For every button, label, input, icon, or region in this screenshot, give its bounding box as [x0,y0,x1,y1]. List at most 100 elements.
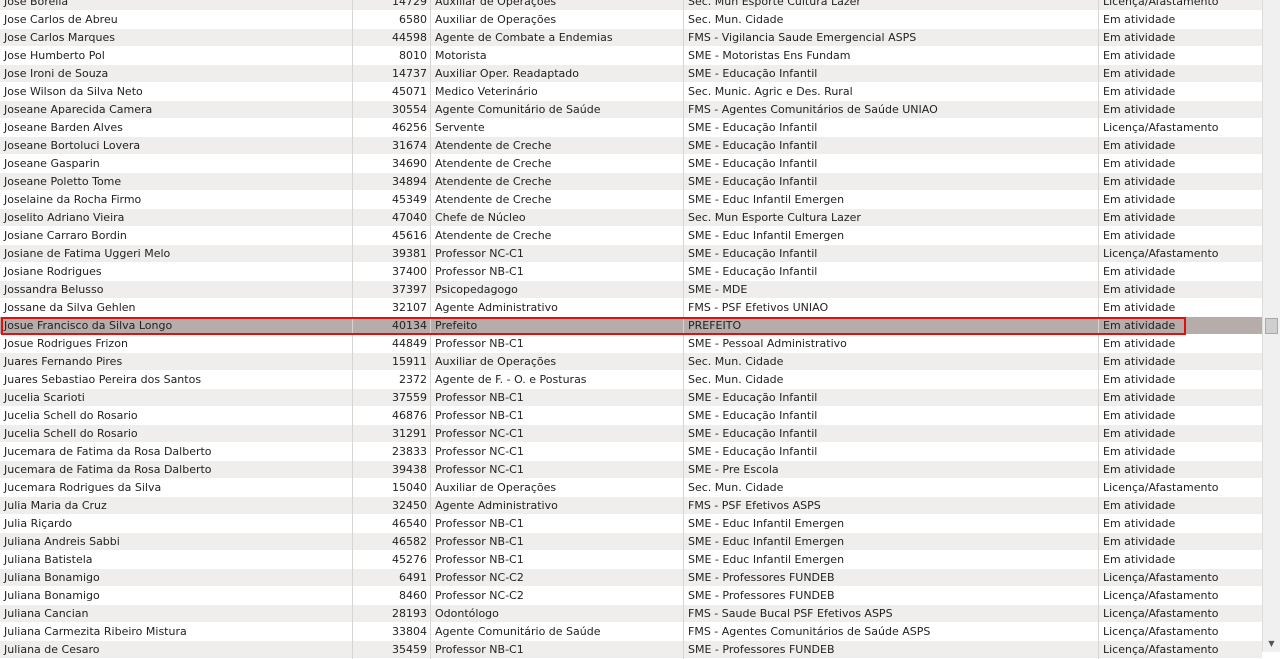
role-cell: Professor NB-C1 [431,533,684,551]
table-row[interactable]: Jossane da Silva Gehlen 32107 Agente Admin… [0,299,1262,317]
table-row[interactable]: Joseane Poletto Tome 34894 Atendente de Cr… [0,173,1262,191]
table-row[interactable]: Juliana Batistela 45276 Professor NB-C1 SME… [0,551,1262,569]
employee-id-cell: 37559 [353,389,431,407]
employee-id-cell: 15040 [353,479,431,497]
table-row[interactable]: Joseane Bortoluci Lovera 31674 Atendente d… [0,137,1262,155]
employee-id-cell: 39438 [353,461,431,479]
employee-id-cell: 15911 [353,353,431,371]
status-cell: Em atividade [1103,445,1176,458]
status-cell: Em atividade [1103,193,1176,206]
role-cell: Agente Administrativo [431,299,684,317]
employee-name-cell: Juliana Bonamigo [0,587,353,605]
scroll-down-arrow-icon[interactable]: ▼ [1263,634,1280,652]
employee-id-cell: 35459 [353,641,431,659]
table-row[interactable]: Juliana Carmezita Ribeiro Mistura 33804 Ag… [0,623,1262,641]
employee-name-cell: Joselito Adriano Vieira [0,209,353,227]
table-row[interactable]: Juliana Bonamigo 8460 Professor NC-C2 SME -… [0,587,1262,605]
employee-id-cell: 45276 [353,551,431,569]
table-row[interactable]: Jucemara de Fatima da Rosa Dalberto 23833… [0,443,1262,461]
table-row[interactable]: Jucelia Schell do Rosario 46876 Professor … [0,407,1262,425]
employee-id-cell: 14737 [353,65,431,83]
table-row[interactable]: Jucemara de Fatima da Rosa Dalberto 39438… [0,461,1262,479]
status-cell: Em atividade [1103,499,1176,512]
table-row[interactable]: Joseane Barden Alves 46256 Servente SME - E… [0,119,1262,137]
employee-id-cell: 47040 [353,209,431,227]
table-row[interactable]: Jucelia Schell do Rosario 31291 Professor … [0,425,1262,443]
table-row-selected[interactable]: Josue Francisco da Silva Longo 40134 Prefe… [0,317,1262,335]
employee-name-cell: Juliana Carmezita Ribeiro Mistura [0,623,353,641]
table-row[interactable]: Jose Wilson da Silva Neto 45071 Medico Vet… [0,83,1262,101]
status-cell: Licença/Afastamento [1103,589,1219,602]
table-row[interactable]: Jossandra Belusso 37397 Psicopedagogo SME -… [0,281,1262,299]
employee-name-cell: Joselaine da Rocha Firmo [0,191,353,209]
employee-name-cell: Josue Francisco da Silva Longo [0,317,353,335]
employee-id-cell: 45616 [353,227,431,245]
status-cell: Licença/Afastamento [1103,247,1219,260]
status-cell: Em atividade [1103,211,1176,224]
employee-id-cell: 40134 [353,317,431,335]
table-row[interactable]: Josue Rodrigues Frizon 44849 Professor NB-… [0,335,1262,353]
table-row[interactable]: Juliana Andreis Sabbi 46582 Professor NB-C… [0,533,1262,551]
scroll-thumb[interactable] [1265,318,1278,334]
table-row[interactable]: Jose Humberto Pol 8010 Motorista SME - Moto… [0,47,1262,65]
role-cell: Agente Comunitário de Saúde [431,101,684,119]
employee-name-cell: Josiane Rodrigues [0,263,353,281]
employee-name-cell: Julia Riçardo [0,515,353,533]
table-row[interactable]: Joseane Gasparin 34690 Atendente de Creche… [0,155,1262,173]
employee-name-cell: Jose Carlos de Abreu [0,11,353,29]
table-row[interactable]: Jose Carlos de Abreu 6580 Auxiliar de Oper… [0,11,1262,29]
status-cell: Em atividade [1103,427,1176,440]
role-cell: Professor NC-C1 [431,461,684,479]
role-cell: Professor NB-C1 [431,335,684,353]
role-cell: Professor NC-C1 [431,425,684,443]
employee-name-cell: Juares Sebastiao Pereira dos Santos [0,371,353,389]
role-cell: Professor NB-C1 [431,263,684,281]
employee-name-cell: Josue Rodrigues Frizon [0,335,353,353]
vertical-scrollbar[interactable]: ▼ [1262,0,1280,652]
role-cell: Medico Veterinário [431,83,684,101]
employee-id-cell: 6580 [353,11,431,29]
table-row[interactable]: Josiane Carraro Bordin 45616 Atendente de … [0,227,1262,245]
table-row[interactable]: Josiane Rodrigues 37400 Professor NB-C1 SME… [0,263,1262,281]
table-row[interactable]: Jucemara Rodrigues da Silva 15040 Auxiliar… [0,479,1262,497]
table-row[interactable]: Jose Ironi de Souza 14737 Auxiliar Oper. R… [0,65,1262,83]
table-row[interactable]: Jose Borella 14729 Auxiliar de Operações Se… [0,0,1262,11]
employee-id-cell: 34690 [353,155,431,173]
status-cell: Em atividade [1103,175,1176,188]
employee-name-cell: Jucelia Schell do Rosario [0,407,353,425]
department-cell: FMS - Agentes Comunitários de Saúde ASPS [684,623,1099,641]
department-cell: Sec. Mun. Cidade [684,479,1099,497]
status-cell: Licença/Afastamento [1103,481,1219,494]
role-cell: Odontólogo [431,605,684,623]
role-cell: Agente de F. - O. e Posturas [431,371,684,389]
status-cell: Em atividade [1103,229,1176,242]
table-row[interactable]: Juares Sebastiao Pereira dos Santos 2372 A… [0,371,1262,389]
table-row[interactable]: Joseane Aparecida Camera 30554 Agente Comu… [0,101,1262,119]
department-cell: SME - Educação Infantil [684,389,1099,407]
employee-name-cell: Jose Borella [0,0,353,11]
status-cell: Em atividade [1103,319,1176,332]
employee-name-cell: Joseane Bortoluci Lovera [0,137,353,155]
employee-name-cell: Juares Fernando Pires [0,353,353,371]
table-row[interactable]: Juliana Bonamigo 6491 Professor NC-C2 SME -… [0,569,1262,587]
role-cell: Professor NB-C1 [431,515,684,533]
table-row[interactable]: Julia Maria da Cruz 32450 Agente Administr… [0,497,1262,515]
role-cell: Professor NB-C1 [431,551,684,569]
role-cell: Psicopedagogo [431,281,684,299]
table-row[interactable]: Josiane de Fatima Uggeri Melo 39381 Profes… [0,245,1262,263]
employee-id-cell: 46540 [353,515,431,533]
table-row[interactable]: Joselaine da Rocha Firmo 45349 Atendente d… [0,191,1262,209]
table-row[interactable]: Julia Riçardo 46540 Professor NB-C1 SME - E… [0,515,1262,533]
table-row[interactable]: Juliana Cancian 28193 Odontólogo FMS - Saud… [0,605,1262,623]
employee-id-cell: 45071 [353,83,431,101]
table-row[interactable]: Joselito Adriano Vieira 47040 Chefe de Núc… [0,209,1262,227]
role-cell: Atendente de Creche [431,173,684,191]
table-row[interactable]: Jose Carlos Marques 44598 Agente de Combat… [0,29,1262,47]
role-cell: Professor NC-C2 [431,587,684,605]
table-row[interactable]: Juares Fernando Pires 15911 Auxiliar de Op… [0,353,1262,371]
department-cell: SME - Educação Infantil [684,119,1099,137]
table-row[interactable]: Juliana de Cesaro 35459 Professor NB-C1 SME… [0,641,1262,659]
table-row[interactable]: Jucelia Scarioti 37559 Professor NB-C1 SME … [0,389,1262,407]
role-cell: Auxiliar de Operações [431,479,684,497]
status-cell: Em atividade [1103,85,1176,98]
